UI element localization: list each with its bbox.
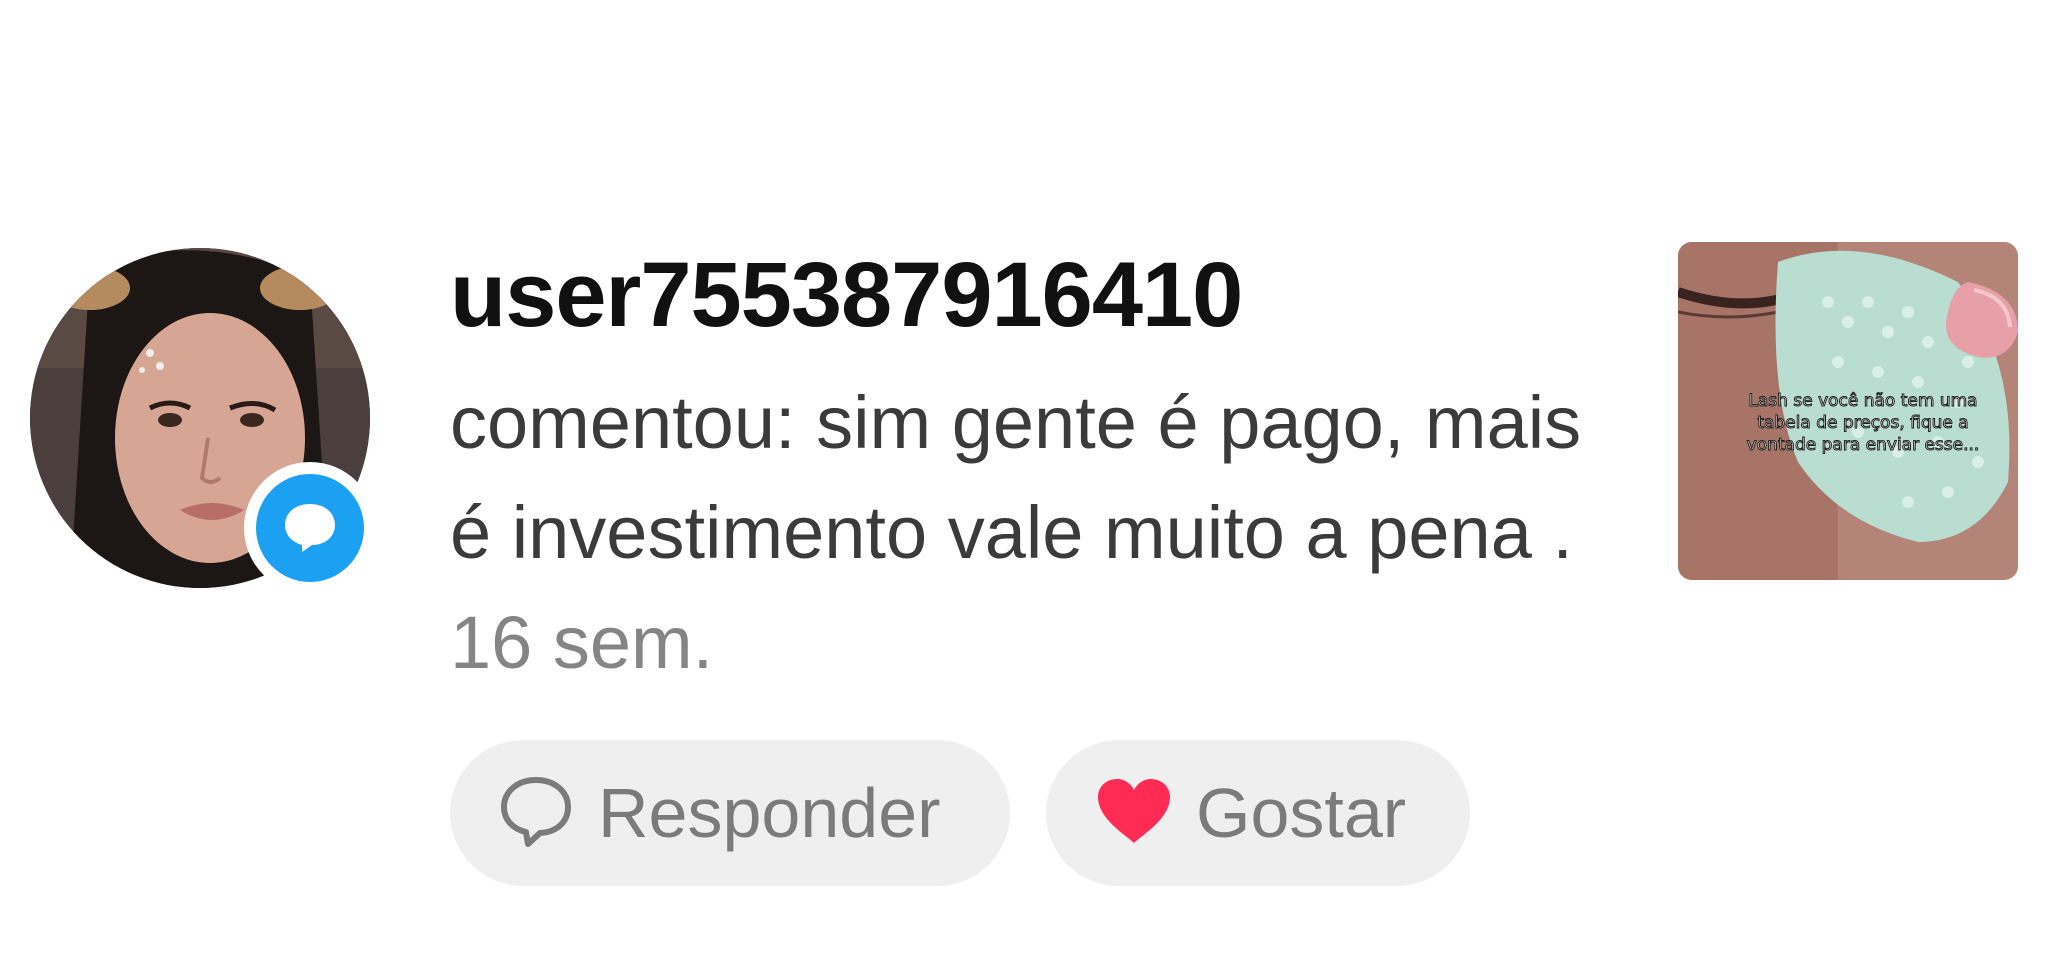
heart-icon bbox=[1096, 777, 1172, 850]
comment-badge bbox=[244, 462, 376, 594]
comment-body: comentou: sim gente é pago, mais é inves… bbox=[450, 368, 1630, 698]
video-caption: Lash se você não tem uma tabela de preço… bbox=[1746, 391, 1980, 456]
user-avatar[interactable] bbox=[30, 248, 376, 594]
reply-label: Responder bbox=[598, 774, 941, 852]
like-label: Gostar bbox=[1196, 774, 1407, 852]
speech-bubble-outline-icon bbox=[498, 774, 574, 853]
video-thumbnail[interactable]: Lash se você não tem uma tabela de preço… bbox=[1678, 242, 2018, 580]
comment-bubble-icon bbox=[256, 474, 364, 582]
like-button[interactable]: Gostar bbox=[1046, 740, 1470, 886]
reply-button[interactable]: Responder bbox=[450, 740, 1010, 886]
username[interactable]: user755387916410 bbox=[450, 240, 1243, 350]
comment-text: comentou: sim gente é pago, mais é inves… bbox=[450, 381, 1582, 574]
comment-timestamp: 16 sem. bbox=[450, 601, 714, 684]
